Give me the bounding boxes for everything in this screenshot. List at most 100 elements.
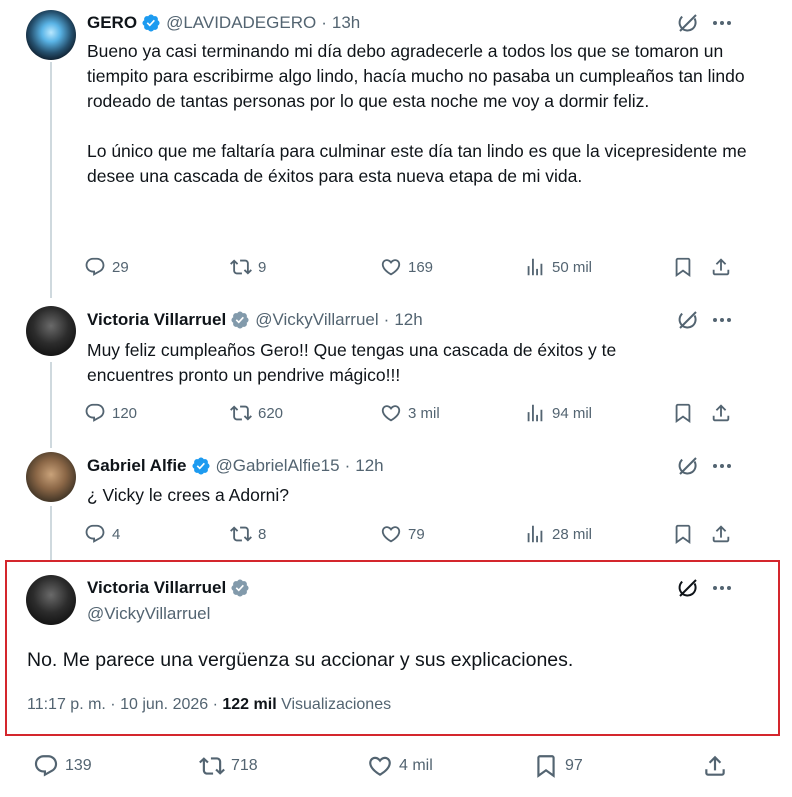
avatar[interactable] (26, 306, 76, 356)
repost-button[interactable]: 9 (230, 253, 266, 281)
bookmark-icon (672, 256, 694, 278)
grok-icon[interactable] (676, 576, 700, 600)
like-count: 3 mil (408, 404, 440, 422)
verified-icon (141, 13, 161, 33)
share-button[interactable] (702, 752, 728, 780)
reply-count: 120 (112, 404, 138, 422)
tweet-gero[interactable]: GERO @LAVIDADEGERO · 13h Bueno ya casi t… (0, 0, 792, 292)
repost-button[interactable]: 620 (230, 399, 283, 427)
verified-icon (230, 578, 250, 598)
repost-count: 9 (258, 258, 267, 276)
tweet-time[interactable]: 12h (394, 310, 422, 330)
action-bar: 120 620 3 mil 94 mil (84, 399, 744, 427)
repost-icon (230, 256, 252, 278)
avatar[interactable] (26, 10, 76, 60)
share-icon (702, 753, 728, 779)
author-handle[interactable]: @VickyVillarruel (87, 604, 210, 624)
views-count: 50 mil (552, 258, 593, 276)
share-button[interactable] (710, 253, 732, 281)
bookmark-icon (672, 523, 694, 545)
avatar[interactable] (26, 452, 76, 502)
reply-count: 29 (112, 258, 129, 276)
repost-button[interactable]: 718 (199, 752, 258, 780)
author-name[interactable]: Gabriel Alfie (87, 456, 187, 476)
separator-dot: · (383, 310, 390, 329)
views-count: 28 mil (552, 525, 593, 543)
like-button[interactable]: 4 mil (367, 752, 433, 780)
repost-count: 620 (258, 404, 284, 422)
reply-button[interactable]: 4 (84, 520, 120, 548)
reply-icon (84, 402, 106, 424)
tweet-meta: 11:17 p. m. · 10 jun. 2026 · 122 mil Vis… (27, 696, 391, 714)
bookmark-button[interactable] (672, 253, 694, 281)
author-handle[interactable]: @GabrielAlfie15 (216, 456, 340, 476)
avatar[interactable] (26, 575, 76, 625)
share-button[interactable] (710, 520, 732, 548)
tweet-header: Victoria Villarruel @VickyVillarruel · 1… (87, 309, 423, 331)
tweet-header: Victoria Villarruel (87, 577, 250, 599)
views-icon (524, 402, 546, 424)
reply-icon (84, 256, 106, 278)
verified-icon (230, 310, 250, 330)
reply-count: 4 (112, 525, 121, 543)
like-icon (380, 402, 402, 424)
bookmark-button[interactable] (672, 399, 694, 427)
like-count: 79 (408, 525, 425, 543)
bookmark-icon (672, 402, 694, 424)
tweet-time[interactable]: 12h (355, 456, 383, 476)
grok-icon[interactable] (676, 308, 700, 332)
more-icon[interactable] (710, 308, 734, 332)
focused-action-bar: 139 718 4 mil 97 (0, 752, 792, 788)
more-icon[interactable] (710, 454, 734, 478)
reply-button[interactable]: 120 (84, 399, 137, 427)
like-button[interactable]: 3 mil (380, 399, 440, 427)
more-icon[interactable] (710, 11, 734, 35)
more-icon[interactable] (710, 576, 734, 600)
tweet-header: Gabriel Alfie @GabrielAlfie15 · 12h (87, 455, 384, 477)
bookmark-count: 97 (565, 757, 583, 774)
tweet-timestamp[interactable]: 11:17 p. m. · 10 jun. 2026 · (27, 696, 222, 713)
share-button[interactable] (710, 399, 732, 427)
author-handle[interactable]: @LAVIDADEGERO (166, 13, 316, 33)
views-button[interactable]: 94 mil (524, 399, 592, 427)
tweet-text: ¿ Vicky le crees a Adorni? (87, 485, 289, 505)
grok-icon[interactable] (676, 454, 700, 478)
reply-button[interactable]: 29 (84, 253, 129, 281)
tweet-gabriel[interactable]: Gabriel Alfie @GabrielAlfie15 · 12h ¿ Vi… (0, 438, 792, 560)
views-button[interactable]: 50 mil (524, 253, 592, 281)
like-count: 169 (408, 258, 434, 276)
author-name[interactable]: Victoria Villarruel (87, 578, 226, 598)
reply-count: 139 (65, 757, 92, 774)
tweet-time[interactable]: 13h (332, 13, 360, 33)
like-button[interactable]: 169 (380, 253, 433, 281)
focused-tweet-text: No. Me parece una vergüenza su accionar … (27, 649, 574, 671)
repost-count: 8 (258, 525, 267, 543)
repost-button[interactable]: 8 (230, 520, 266, 548)
views-icon (524, 523, 546, 545)
separator-dot: · (344, 456, 351, 475)
verified-icon (191, 456, 211, 476)
repost-count: 718 (231, 757, 258, 774)
like-button[interactable]: 79 (380, 520, 425, 548)
bookmark-button[interactable]: 97 (533, 752, 583, 780)
author-name[interactable]: Victoria Villarruel (87, 310, 226, 330)
reply-button[interactable]: 139 (33, 752, 92, 780)
separator-dot: · (321, 13, 327, 32)
like-icon (380, 523, 402, 545)
share-icon (710, 256, 732, 278)
share-icon (710, 402, 732, 424)
bookmark-button[interactable] (672, 520, 694, 548)
tweet-header: GERO @LAVIDADEGERO · 13h (87, 12, 360, 34)
tweet-victoria[interactable]: Victoria Villarruel @VickyVillarruel · 1… (0, 292, 792, 438)
author-handle[interactable]: @VickyVillarruel (255, 310, 378, 330)
like-count: 4 mil (399, 757, 433, 774)
views-button[interactable]: 28 mil (524, 520, 592, 548)
action-bar: 4 8 79 28 mil (84, 520, 744, 548)
repost-icon (199, 753, 225, 779)
reply-icon (84, 523, 106, 545)
author-name[interactable]: GERO (87, 13, 137, 33)
grok-icon[interactable] (676, 11, 700, 35)
views-count: 94 mil (552, 404, 593, 422)
author-handle-row: @VickyVillarruel (87, 603, 210, 625)
repost-icon (230, 523, 252, 545)
